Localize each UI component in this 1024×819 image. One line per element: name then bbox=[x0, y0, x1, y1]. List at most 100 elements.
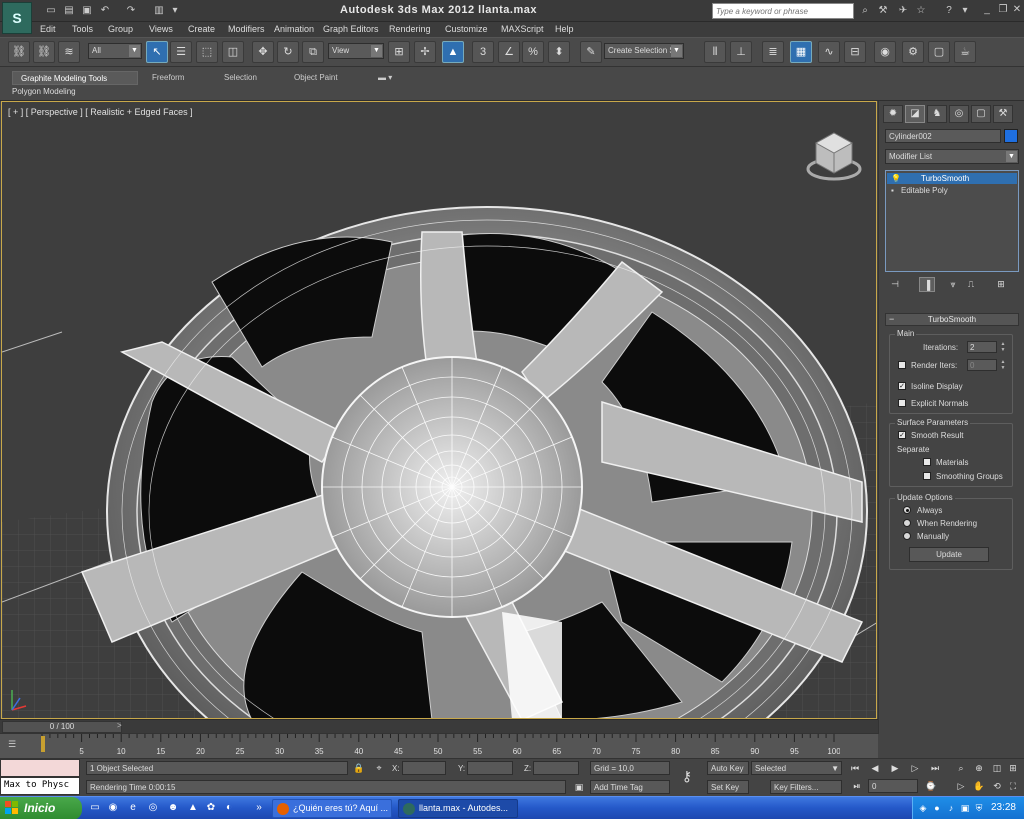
start-button[interactable]: Inicio bbox=[0, 797, 82, 819]
quick-launch-expand-icon[interactable]: » bbox=[252, 801, 266, 815]
utilities-tab-icon[interactable]: ⚒ bbox=[993, 105, 1013, 123]
go-to-end-icon[interactable]: ⏭ bbox=[928, 761, 942, 775]
when-rendering-radio[interactable] bbox=[903, 519, 911, 527]
render-iters-checkbox[interactable] bbox=[898, 361, 906, 369]
object-color-swatch[interactable] bbox=[1004, 129, 1018, 143]
quick-launch-media-icon[interactable]: ◎ bbox=[146, 801, 160, 815]
key-filters-button[interactable]: Key Filters... bbox=[770, 780, 842, 794]
play-icon[interactable]: ▶ bbox=[888, 761, 902, 775]
smooth-result-checkbox[interactable]: ✓ bbox=[898, 431, 906, 439]
keyboard-shortcut-override-icon[interactable]: ▲ bbox=[442, 41, 464, 63]
open-file-icon[interactable]: ▤ bbox=[62, 4, 76, 18]
auto-key-button[interactable]: Auto Key bbox=[707, 761, 749, 775]
maxscript-mini-listener[interactable]: Max to Physc bbox=[0, 777, 80, 795]
orbit-icon[interactable]: ⟲ bbox=[990, 779, 1004, 793]
ribbon-panel-polygon-modeling[interactable]: Polygon Modeling bbox=[12, 87, 76, 96]
always-radio[interactable] bbox=[903, 506, 911, 514]
ribbon-options-icon[interactable]: ▬ ▾ bbox=[370, 71, 400, 85]
menu-create[interactable]: Create bbox=[188, 24, 215, 34]
mirror-icon[interactable]: ⫴ bbox=[704, 41, 726, 63]
render-iters-spinner[interactable]: 0 bbox=[967, 359, 997, 371]
lock-selection-icon[interactable]: 🔒 bbox=[352, 761, 366, 775]
spinner-snap-icon[interactable]: ⬍ bbox=[548, 41, 570, 63]
select-and-scale-icon[interactable]: ⧉ bbox=[302, 41, 324, 63]
window-crossing-icon[interactable]: ◫ bbox=[222, 41, 244, 63]
menu-customize[interactable]: Customize bbox=[445, 24, 488, 34]
time-slider-thumb[interactable]: 0 / 100 bbox=[2, 721, 122, 733]
select-and-move-icon[interactable]: ✥ bbox=[252, 41, 274, 63]
modifier-list-dropdown[interactable]: Modifier List ▼ bbox=[885, 149, 1019, 164]
menu-modifiers[interactable]: Modifiers bbox=[228, 24, 265, 34]
rendered-frame-icon[interactable]: ▢ bbox=[928, 41, 950, 63]
mini-curve-editor-icon[interactable]: ☰ bbox=[8, 739, 26, 751]
schematic-view-icon[interactable]: ⊟ bbox=[844, 41, 866, 63]
iterations-spinner[interactable]: 2 bbox=[967, 341, 997, 353]
quick-launch-firefox-icon[interactable]: ◐ bbox=[222, 801, 236, 815]
rectangular-selection-icon[interactable]: ⬚ bbox=[196, 41, 218, 63]
current-frame-marker[interactable] bbox=[41, 736, 45, 752]
unlink-icon[interactable]: ⛓ bbox=[33, 41, 55, 63]
time-configuration-icon[interactable]: ⌚ bbox=[924, 779, 938, 793]
absolute-mode-icon[interactable]: ⌖ bbox=[372, 761, 386, 775]
menu-help[interactable]: Help bbox=[555, 24, 574, 34]
maxscript-listener-pink[interactable] bbox=[0, 759, 80, 777]
render-setup-icon[interactable]: ⚙ bbox=[902, 41, 924, 63]
time-slider[interactable]: < 0 / 100 > bbox=[0, 719, 878, 733]
subscription-center-icon[interactable]: ⚒ bbox=[876, 4, 890, 18]
display-tab-icon[interactable]: ▢ bbox=[971, 105, 991, 123]
smoothing-groups-checkbox[interactable] bbox=[923, 472, 931, 480]
curve-editor-icon[interactable]: ∿ bbox=[818, 41, 840, 63]
menu-graph-editors[interactable]: Graph Editors bbox=[323, 24, 379, 34]
create-tab-icon[interactable]: ✹ bbox=[883, 105, 903, 123]
maximize-viewport-icon[interactable]: ⛶ bbox=[1006, 779, 1020, 793]
tab-object-paint[interactable]: Object Paint bbox=[286, 71, 346, 85]
menu-group[interactable]: Group bbox=[108, 24, 133, 34]
pivot-center-icon[interactable]: ⊞ bbox=[388, 41, 410, 63]
tray-antivirus-icon[interactable]: ● bbox=[931, 802, 943, 814]
expand-plus-icon[interactable]: ▪ bbox=[891, 185, 894, 196]
edit-named-selection-icon[interactable]: ✎ bbox=[580, 41, 602, 63]
tray-monitor-icon[interactable]: ▣ bbox=[959, 802, 971, 814]
tray-volume-icon[interactable]: ♪ bbox=[945, 802, 957, 814]
menu-rendering[interactable]: Rendering bbox=[389, 24, 431, 34]
lightbulb-icon[interactable]: 💡 bbox=[891, 173, 901, 184]
menu-animation[interactable]: Animation bbox=[274, 24, 314, 34]
search-icon[interactable]: ⌕ bbox=[858, 4, 872, 18]
zoom-icon[interactable]: ⌕ bbox=[954, 761, 968, 775]
zoom-extents-icon[interactable]: ◫ bbox=[990, 761, 1004, 775]
select-and-manipulate-icon[interactable]: ✢ bbox=[414, 41, 436, 63]
help-icon[interactable]: ? bbox=[942, 4, 956, 18]
render-production-icon[interactable]: ☕ bbox=[954, 41, 976, 63]
x-coordinate-field[interactable] bbox=[402, 761, 446, 775]
undo-icon[interactable]: ↶ bbox=[98, 4, 112, 18]
pin-stack-icon[interactable]: ⊣ bbox=[887, 277, 903, 292]
communication-center-icon[interactable]: ✈ bbox=[896, 4, 910, 18]
search-input[interactable] bbox=[712, 3, 854, 19]
tray-network-icon[interactable]: ◈ bbox=[917, 802, 929, 814]
help-dropdown-icon[interactable]: ▾ bbox=[958, 4, 972, 18]
qat-dropdown-icon[interactable]: ▾ bbox=[168, 4, 182, 18]
quick-launch-vlc-icon[interactable]: ▲ bbox=[186, 801, 200, 815]
time-next-icon[interactable]: > bbox=[117, 721, 122, 730]
menu-edit[interactable]: Edit bbox=[40, 24, 56, 34]
material-editor-icon[interactable]: ◉ bbox=[874, 41, 896, 63]
next-frame-icon[interactable]: ▷ bbox=[908, 761, 922, 775]
y-coordinate-field[interactable] bbox=[467, 761, 513, 775]
hierarchy-tab-icon[interactable]: ♞ bbox=[927, 105, 947, 123]
previous-frame-icon[interactable]: ◀ bbox=[868, 761, 882, 775]
motion-tab-icon[interactable]: ◎ bbox=[949, 105, 969, 123]
menu-tools[interactable]: Tools bbox=[72, 24, 93, 34]
z-coordinate-field[interactable] bbox=[533, 761, 579, 775]
explicit-normals-checkbox[interactable] bbox=[898, 399, 906, 407]
modify-tab-icon[interactable]: ◪ bbox=[905, 105, 925, 123]
bind-space-warp-icon[interactable]: ≋ bbox=[58, 41, 80, 63]
viewcube-icon[interactable] bbox=[806, 129, 862, 181]
menu-maxscript[interactable]: MAXScript bbox=[501, 24, 544, 34]
isoline-display-checkbox[interactable]: ✓ bbox=[898, 382, 906, 390]
viewport-label[interactable]: [ + ] [ Perspective ] [ Realistic + Edge… bbox=[8, 107, 193, 117]
select-object-icon[interactable]: ↖ bbox=[146, 41, 168, 63]
named-selection-dropdown[interactable]: Create Selection Se ▼ bbox=[604, 43, 684, 59]
quick-launch-ie-icon[interactable]: e bbox=[126, 801, 140, 815]
update-button[interactable]: Update bbox=[909, 547, 989, 562]
quick-launch-desktop-icon[interactable]: ▭ bbox=[88, 801, 102, 815]
